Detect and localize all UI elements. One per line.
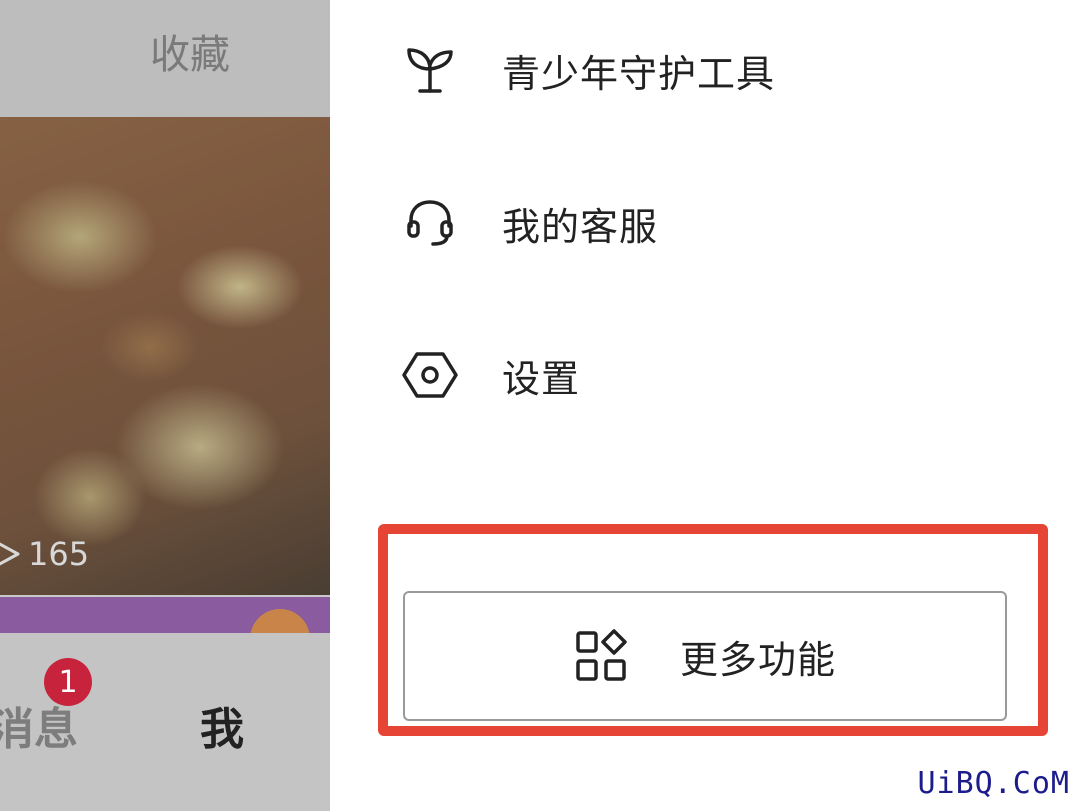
more-features-button[interactable]: 更多功能 [403,591,1007,721]
nav-me: 我 [200,704,244,755]
hexagon-gear-icon [400,345,460,405]
more-features-label: 更多功能 [679,637,836,682]
side-drawer: 青少年守护工具 我的客服 设置 更多功能 [330,0,1080,811]
menu-item-customer-service[interactable]: 我的客服 [400,183,658,263]
sprout-icon [400,40,460,100]
play-icon [0,542,20,566]
background-tab-bar: 收藏 [0,0,330,117]
headset-icon [400,193,460,253]
menu-item-youth-protection[interactable]: 青少年守护工具 [400,30,775,110]
tab-favorites: 收藏 [150,32,230,78]
view-count-value: 165 [28,535,90,573]
background-page: 收藏 165 消息 1 我 [0,0,330,811]
grid-apps-icon [574,629,628,683]
menu-item-label: 设置 [502,356,581,401]
watermark: UiBQ.CoM [917,766,1070,801]
menu-item-settings[interactable]: 设置 [400,335,580,415]
messages-badge: 1 [44,658,92,706]
view-count: 165 [0,535,89,573]
menu-item-label: 我的客服 [502,204,659,249]
menu-item-label: 青少年守护工具 [502,51,776,96]
next-thumbnail-strip [0,597,330,649]
food-photo-thumbnail [0,117,330,595]
